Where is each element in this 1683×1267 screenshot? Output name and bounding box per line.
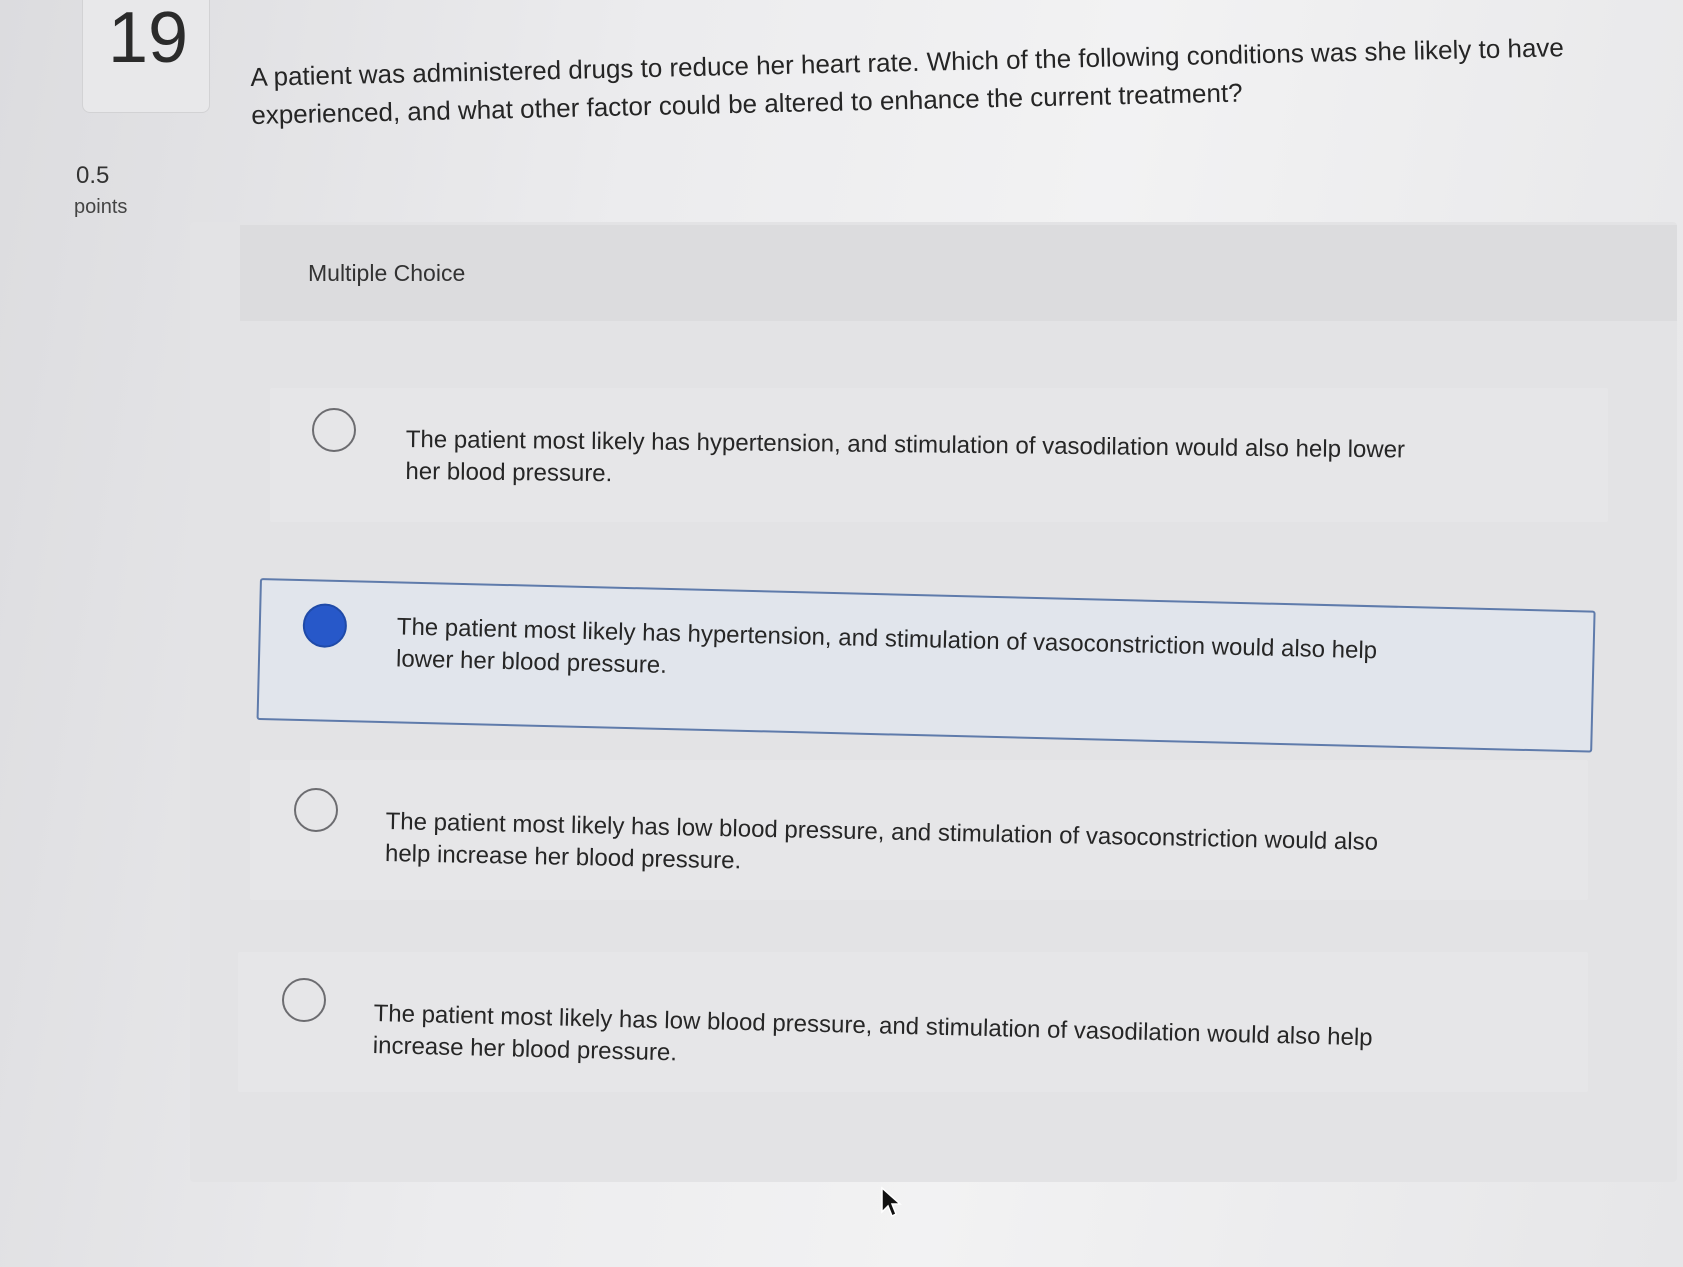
radio-button-2[interactable]: [302, 603, 348, 649]
points-label: points: [74, 196, 128, 218]
question-type-label: Multiple Choice: [308, 260, 466, 286]
points-value: 0.5: [76, 162, 110, 189]
answer-option-4[interactable]: The patient most likely has low blood pr…: [238, 952, 1588, 1092]
radio-button-4[interactable]: [282, 978, 326, 1022]
answer-option-1[interactable]: The patient most likely has hypertension…: [270, 388, 1608, 522]
answer-option-label-1: The patient most likely has hypertension…: [405, 425, 1406, 488]
answer-option-3[interactable]: The patient most likely has low blood pr…: [250, 760, 1588, 900]
radio-button-1[interactable]: [312, 408, 356, 452]
question-text: A patient was administered drugs to redu…: [250, 32, 1565, 130]
question-number: 19: [108, 0, 189, 78]
answer-option-label-2: The patient most likely has hypertension…: [395, 613, 1378, 679]
answer-option-label-4: The patient most likely has low blood pr…: [372, 999, 1373, 1067]
mouse-pointer-icon: [881, 1186, 902, 1218]
quiz-page: 19 0.5 points A patient was administered…: [0, 0, 1683, 1267]
answer-option-label-3: The patient most likely has low blood pr…: [384, 807, 1379, 875]
radio-button-3[interactable]: [294, 788, 338, 832]
